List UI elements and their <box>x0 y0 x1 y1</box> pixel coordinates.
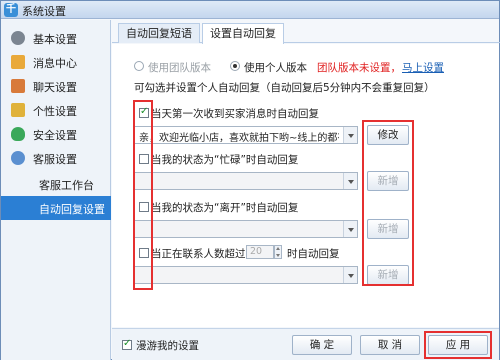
sidebar-item-label: 客服设置 <box>33 153 77 166</box>
sidebar-item-auto-reply[interactable]: 自动回复设置 <box>1 196 111 220</box>
palette-icon <box>11 103 25 117</box>
busy-label: 当我的状态为“忙碌”时自动回复 <box>151 154 299 166</box>
hint-text: 可勾选并设置个人自动回复（自动回复后5分钟内不会重复回复） <box>134 82 435 94</box>
team-notice: 团队版本未设置， <box>317 62 401 74</box>
roaming-label: 漫游我的设置 <box>136 340 199 352</box>
footer-bar: 漫游我的设置 确 定 取 消 应 用 <box>112 328 499 360</box>
chevron-down-icon <box>343 221 357 237</box>
button-label: 取 消 <box>377 339 403 351</box>
sidebar: 基本设置 消息中心 聊天设置 个性设置 安全设置 客服设置 客服工作台 自动回复… <box>1 20 111 360</box>
sidebar-item-label: 聊天设置 <box>33 81 77 94</box>
busy-reply-select[interactable] <box>134 172 358 190</box>
chevron-down-icon <box>343 173 357 189</box>
sidebar-item-chat[interactable]: 聊天设置 <box>1 74 111 98</box>
contact-limit-reply-select[interactable] <box>134 266 358 284</box>
button-highlight-box <box>362 120 414 286</box>
select-value: 亲，欢迎光临小店，喜欢就拍下哟~线上的都有 <box>139 133 339 144</box>
sidebar-item-label: 消息中心 <box>33 57 77 70</box>
window-title: 系统设置 <box>22 5 66 18</box>
personal-version-label: 使用个人版本 <box>244 62 307 74</box>
gear-icon <box>11 31 25 45</box>
sidebar-item-label: 自动回复设置 <box>39 203 105 216</box>
cancel-button[interactable]: 取 消 <box>360 335 420 355</box>
contact-limit-suffix: 时自动回复 <box>287 248 340 260</box>
chevron-down-icon <box>343 127 357 143</box>
title-bar: 千 系统设置 <box>1 1 499 19</box>
sidebar-item-customer-service[interactable]: 客服设置 <box>1 146 111 170</box>
first-message-label: 当天第一次收到买家消息时自动回复 <box>151 108 319 120</box>
contact-limit-label: 当正在联系人数超过 <box>151 248 246 260</box>
apply-highlight-box <box>424 331 492 359</box>
team-version-radio[interactable] <box>134 61 144 71</box>
sidebar-item-basic[interactable]: 基本设置 <box>1 26 111 50</box>
away-label: 当我的状态为“离开”时自动回复 <box>151 202 299 214</box>
sidebar-item-workbench[interactable]: 客服工作台 <box>1 172 111 196</box>
first-message-reply-select[interactable]: 亲，欢迎光临小店，喜欢就拍下哟~线上的都有 <box>134 126 358 144</box>
contact-count-input[interactable]: 20 <box>246 245 274 259</box>
headset-icon <box>11 151 25 165</box>
roaming-checkbox[interactable] <box>122 338 132 350</box>
shield-icon <box>11 127 25 141</box>
auto-reply-panel: 使用团队版本 使用个人版本 团队版本未设置， 马上设置 可勾选并设置个人自动回复… <box>112 44 499 327</box>
sidebar-item-security[interactable]: 安全设置 <box>1 122 111 146</box>
tab-label: 自动回复短语 <box>126 27 192 40</box>
tab-label: 设置自动回复 <box>210 27 276 40</box>
checkbox-highlight-box <box>133 100 153 290</box>
personal-version-radio[interactable] <box>230 61 240 71</box>
mail-icon <box>11 55 25 69</box>
chat-icon <box>11 79 25 93</box>
sidebar-item-personal[interactable]: 个性设置 <box>1 98 111 122</box>
ok-button[interactable]: 确 定 <box>292 335 352 355</box>
sidebar-item-label: 基本设置 <box>33 33 77 46</box>
setup-now-link[interactable]: 马上设置 <box>402 60 444 75</box>
away-reply-select[interactable] <box>134 220 358 238</box>
button-label: 确 定 <box>309 339 335 351</box>
sidebar-item-messages[interactable]: 消息中心 <box>1 50 111 74</box>
sidebar-item-label: 个性设置 <box>33 105 77 118</box>
sidebar-item-label: 安全设置 <box>33 129 77 142</box>
sidebar-item-label: 客服工作台 <box>39 179 94 192</box>
app-icon: 千 <box>4 3 18 17</box>
team-version-label: 使用团队版本 <box>148 62 211 74</box>
count-stepper[interactable] <box>274 245 282 259</box>
tab-auto-reply-phrases[interactable]: 自动回复短语 <box>118 23 200 43</box>
settings-window: 千 系统设置 基本设置 消息中心 聊天设置 个性设置 安全设置 客服设置 客服工 <box>0 0 500 360</box>
tab-set-auto-reply[interactable]: 设置自动回复 <box>202 23 284 44</box>
chevron-down-icon <box>343 267 357 283</box>
tab-bar: 自动回复短语 设置自动回复 <box>112 23 500 44</box>
